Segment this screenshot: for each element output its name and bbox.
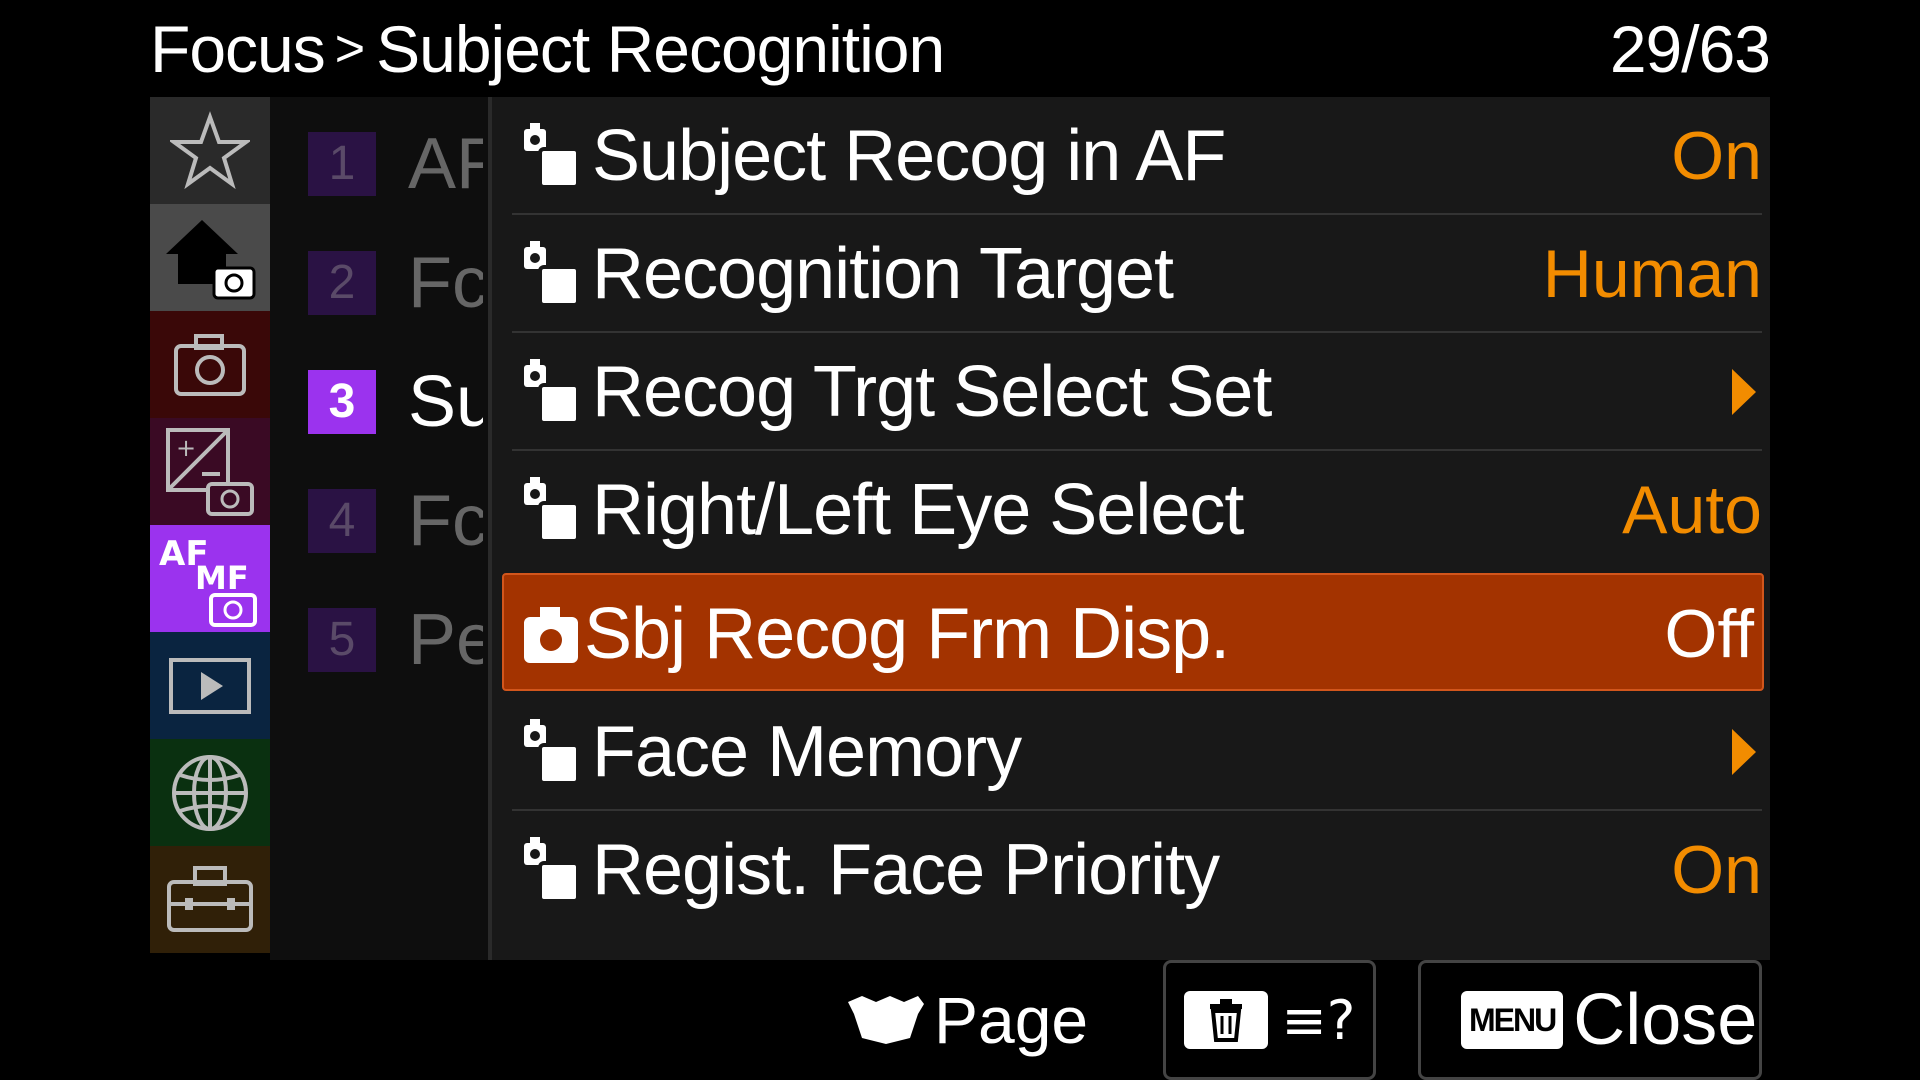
setting-value: Human [1542,236,1762,312]
page-number: 5 [308,608,376,672]
page-item-5[interactable]: 5 Pe [308,608,483,674]
page-item-3[interactable]: 3 Su [308,370,483,436]
page-number: 3 [308,370,376,434]
camera-icon [524,607,578,663]
page-hint[interactable]: Page [846,975,1088,1065]
help-icon: ≡? [1281,988,1356,1052]
breadcrumb-parent: Focus [150,12,326,86]
page-title: Subject Recognition [376,12,945,86]
page-item-1[interactable]: 1 AF [308,132,483,198]
setting-label: Sbj Recog Frm Disp. [584,594,1230,674]
tab-my-menu[interactable] [150,97,270,204]
control-wheel-icon [848,996,924,1044]
exposure-camera-icon: + [166,427,254,516]
setting-label: Recog Trgt Select Set [592,352,1272,432]
chevron-right-icon [1732,729,1756,775]
toolbox-icon [167,865,253,932]
page-item-4[interactable]: 4 Fc [308,489,483,555]
setting-recognition-target[interactable]: Recognition Target Human [512,215,1762,333]
still-movie-icon [524,359,580,425]
close-button[interactable]: MENU Close [1418,960,1762,1080]
menu-icon: MENU [1461,991,1564,1049]
setting-subject-recog-in-af[interactable]: Subject Recog in AF On [512,97,1762,215]
star-icon [170,110,250,189]
setting-label: Subject Recog in AF [592,116,1226,196]
af-mf-camera-icon: AFMF [159,534,257,627]
setting-right-left-eye-select[interactable]: Right/Left Eye Select Auto [512,451,1762,569]
setting-label: Regist. Face Priority [592,830,1220,910]
globe-icon [172,754,248,831]
page-label: AF [408,132,483,198]
page-item-2[interactable]: 2 Fc [308,251,483,317]
setting-label: Face Memory [592,712,1022,792]
tab-setup[interactable] [150,846,270,953]
setting-face-memory[interactable]: Face Memory [512,693,1762,811]
setting-value: On [1671,832,1762,908]
page-counter: 29/63 [1609,12,1771,86]
still-movie-icon [524,837,580,903]
tab-network[interactable] [150,739,270,846]
setting-label: Right/Left Eye Select [592,470,1244,550]
breadcrumb: Focus > Subject Recognition [150,6,945,92]
still-movie-icon [524,719,580,785]
chevron-right-icon [1732,369,1756,415]
setting-value: Auto [1622,472,1762,548]
still-movie-icon [524,477,580,543]
page-label: Page [934,983,1089,1057]
tab-focus[interactable]: AF MF [150,525,270,632]
setting-value: Off [1664,596,1754,672]
close-label: Close [1573,980,1758,1060]
page-label: Pe [408,608,483,674]
page-label: Fc [408,489,483,555]
trash-icon [1183,991,1268,1049]
breadcrumb-separator: > [334,20,365,78]
tab-playback[interactable] [150,632,270,739]
delete-help-button[interactable]: ≡? [1163,960,1376,1080]
tab-main[interactable] [150,204,270,311]
setting-label: Recognition Target [592,234,1174,314]
page-label: Fc [408,251,483,317]
still-movie-icon [524,241,580,307]
setting-sbj-recog-frm-disp[interactable]: Sbj Recog Frm Disp. Off [502,573,1764,691]
play-icon [169,657,251,714]
page-number: 1 [308,132,376,196]
setting-recog-trgt-select-set[interactable]: Recog Trgt Select Set [512,333,1762,451]
setting-value: On [1671,118,1762,194]
page-number: 2 [308,251,376,315]
tab-shooting[interactable] [150,311,270,418]
camera-icon [174,333,246,396]
home-camera-icon [166,219,256,299]
setting-regist-face-priority[interactable]: Regist. Face Priority On [512,811,1762,929]
category-tabs: + AF MF [150,97,270,960]
page-number: 4 [308,489,376,553]
page-list: 1 AF 2 Fc 3 Su 4 Fc 5 Pe [270,97,488,960]
svg-text:MF: MF [195,559,249,597]
page-label: Su [408,370,483,436]
tab-exposure-color[interactable]: + [150,418,270,525]
still-movie-icon [524,123,580,189]
settings-list: Subject Recog in AF On Recognition Targe… [488,97,1770,960]
svg-text:+: + [176,434,196,462]
